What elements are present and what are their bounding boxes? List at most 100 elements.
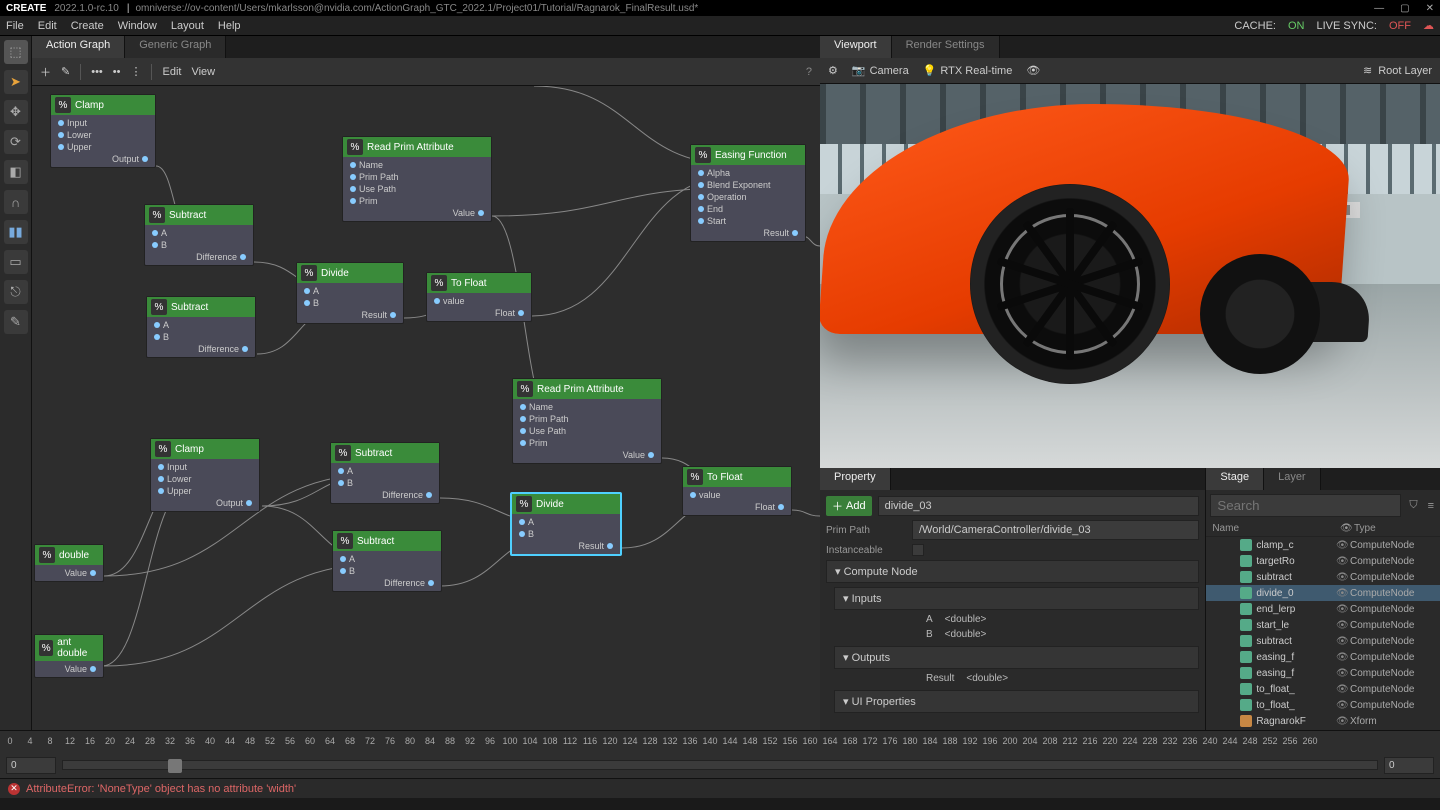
- cache-state[interactable]: ON: [1288, 20, 1305, 32]
- minimize-icon[interactable]: —: [1374, 3, 1384, 14]
- add-node-icon[interactable]: ＋: [40, 64, 51, 80]
- graph-toolbar: ＋ ✎ ••• •• ⋮ Edit View ?: [32, 58, 820, 86]
- front-wheel: [970, 184, 1170, 384]
- input-b-row: B<double>: [826, 627, 1199, 642]
- maximize-icon[interactable]: ▢: [1400, 3, 1409, 14]
- node-tof2[interactable]: %To FloatvalueFloat: [682, 466, 792, 516]
- select-tool[interactable]: ⬚: [4, 40, 28, 64]
- root-layer-label[interactable]: Root Layer: [1378, 65, 1432, 77]
- instanceable-label: Instanceable: [826, 545, 906, 556]
- gear-icon[interactable]: ⚙: [828, 64, 838, 77]
- instanceable-checkbox[interactable]: [912, 544, 924, 556]
- menu-window[interactable]: Window: [118, 20, 157, 32]
- timeline-ticks[interactable]: 0481216202428323640444852566064687276808…: [0, 731, 1440, 751]
- node-tof1[interactable]: %To FloatvalueFloat: [426, 272, 532, 322]
- sync-state[interactable]: OFF: [1389, 20, 1411, 32]
- layers-icon[interactable]: ≋: [1363, 64, 1372, 77]
- move-tool[interactable]: ✥: [4, 100, 28, 124]
- stage-row[interactable]: start_le👁ComputeNode: [1206, 617, 1440, 633]
- arrow-tool[interactable]: ➤: [4, 70, 28, 94]
- dots-icon[interactable]: •••: [91, 66, 103, 78]
- menu-create[interactable]: Create: [71, 20, 104, 32]
- compute-node-section[interactable]: ▾ Compute Node: [826, 560, 1199, 583]
- node-ease1[interactable]: %Easing FunctionAlphaBlend ExponentOpera…: [690, 144, 806, 242]
- options-icon[interactable]: ≡: [1428, 500, 1434, 512]
- graph-edit-menu[interactable]: Edit: [162, 66, 181, 78]
- edit-node-icon[interactable]: ✎: [61, 65, 70, 78]
- stage-row[interactable]: subtract👁ComputeNode: [1206, 569, 1440, 585]
- node-dbl1[interactable]: %doubleValue: [34, 544, 104, 582]
- misc-tool-2[interactable]: ⎋: [4, 280, 28, 304]
- node-read1[interactable]: %Read Prim AttributeNamePrim PathUse Pat…: [342, 136, 492, 222]
- misc-tool-1[interactable]: ▭: [4, 250, 28, 274]
- node-sub2[interactable]: %SubtractABDifference: [146, 296, 256, 358]
- timeline-end-input[interactable]: [1384, 757, 1434, 774]
- tab-render-settings[interactable]: Render Settings: [892, 36, 1000, 58]
- tab-action-graph[interactable]: Action Graph: [32, 36, 125, 58]
- play-tool[interactable]: ▮▮: [4, 220, 28, 244]
- menu-help[interactable]: Help: [218, 20, 241, 32]
- node-read2[interactable]: %Read Prim AttributeNamePrim PathUse Pat…: [512, 378, 662, 464]
- stage-row[interactable]: clamp_c👁ComputeNode: [1206, 537, 1440, 553]
- node-sub4[interactable]: %SubtractABDifference: [332, 530, 442, 592]
- stage-row[interactable]: subtract👁ComputeNode: [1206, 633, 1440, 649]
- menu-layout[interactable]: Layout: [171, 20, 204, 32]
- close-icon[interactable]: ✕: [1426, 3, 1434, 14]
- error-icon[interactable]: ✕: [8, 783, 20, 795]
- renderer-dropdown[interactable]: 💡 RTX Real-time: [923, 64, 1013, 77]
- stage-row[interactable]: Camera_Lo👁Xform: [1206, 729, 1440, 730]
- stage-row[interactable]: end_lerp👁ComputeNode: [1206, 601, 1440, 617]
- node-dbl2[interactable]: %ant doubleValue: [34, 634, 104, 678]
- node-div1[interactable]: %DivideABResult: [296, 262, 404, 324]
- app-name: CREATE: [6, 3, 46, 14]
- sync-label: LIVE SYNC:: [1316, 20, 1377, 32]
- node-sub3[interactable]: %SubtractABDifference: [330, 442, 440, 504]
- tab-layer[interactable]: Layer: [1264, 468, 1321, 490]
- stage-search-input[interactable]: [1210, 494, 1401, 517]
- node-div2[interactable]: %DivideABResult: [510, 492, 622, 556]
- dots2-icon[interactable]: ••: [113, 66, 121, 78]
- stage-row[interactable]: divide_0👁ComputeNode: [1206, 585, 1440, 601]
- brush-tool[interactable]: ✎: [4, 310, 28, 334]
- stage-row[interactable]: targetRo👁ComputeNode: [1206, 553, 1440, 569]
- prop-name-input[interactable]: [878, 496, 1200, 516]
- menu-edit[interactable]: Edit: [38, 20, 57, 32]
- inputs-section[interactable]: ▾ Inputs: [834, 587, 1199, 610]
- graph-canvas[interactable]: %ClampInputLowerUpperOutput %SubtractABDi…: [32, 86, 820, 730]
- scale-tool[interactable]: ◧: [4, 160, 28, 184]
- timeline-start-input[interactable]: [6, 757, 56, 774]
- node-sub1[interactable]: %SubtractABDifference: [144, 204, 254, 266]
- stage-row[interactable]: easing_f👁ComputeNode: [1206, 665, 1440, 681]
- menu-bar: File Edit Create Window Layout Help CACH…: [0, 16, 1440, 36]
- graph-panel: Action Graph Generic Graph ＋ ✎ ••• •• ⋮ …: [32, 36, 820, 730]
- eye-icon[interactable]: 👁: [1026, 64, 1040, 77]
- ui-props-section[interactable]: ▾ UI Properties: [834, 690, 1199, 713]
- help-icon[interactable]: ?: [806, 66, 812, 78]
- tab-generic-graph[interactable]: Generic Graph: [125, 36, 226, 58]
- viewport-3d[interactable]: ←→ A2 A3: [820, 84, 1440, 468]
- graph-view-menu[interactable]: View: [191, 66, 215, 78]
- timeline-handle[interactable]: [168, 759, 182, 773]
- tab-viewport[interactable]: Viewport: [820, 36, 892, 58]
- stage-row[interactable]: easing_f👁ComputeNode: [1206, 649, 1440, 665]
- add-button[interactable]: ＋ Add: [826, 496, 872, 516]
- dots3-icon[interactable]: ⋮: [130, 65, 141, 78]
- timeline-track[interactable]: [62, 760, 1378, 770]
- node-clamp2[interactable]: %ClampInputLowerUpperOutput: [150, 438, 260, 512]
- camera-dropdown[interactable]: 📷 Camera: [852, 64, 909, 77]
- snap-tool[interactable]: ∩: [4, 190, 28, 214]
- cloud-icon[interactable]: ☁: [1423, 19, 1434, 32]
- filter-icon[interactable]: ⛉: [1409, 499, 1417, 512]
- rotate-tool[interactable]: ⟳: [4, 130, 28, 154]
- node-clamp1[interactable]: %ClampInputLowerUpperOutput: [50, 94, 156, 168]
- tab-property[interactable]: Property: [820, 468, 891, 490]
- prim-path-input[interactable]: [912, 520, 1199, 540]
- title-bar: CREATE 2022.1.0-rc.10 | omniverse://ov-c…: [0, 0, 1440, 16]
- menu-file[interactable]: File: [6, 20, 24, 32]
- stage-row[interactable]: RagnarokF👁Xform: [1206, 713, 1440, 729]
- stage-tree[interactable]: clamp_c👁ComputeNodetargetRo👁ComputeNodes…: [1206, 537, 1440, 730]
- stage-row[interactable]: to_float_👁ComputeNode: [1206, 697, 1440, 713]
- outputs-section[interactable]: ▾ Outputs: [834, 646, 1199, 669]
- tab-stage[interactable]: Stage: [1206, 468, 1264, 490]
- stage-row[interactable]: to_float_👁ComputeNode: [1206, 681, 1440, 697]
